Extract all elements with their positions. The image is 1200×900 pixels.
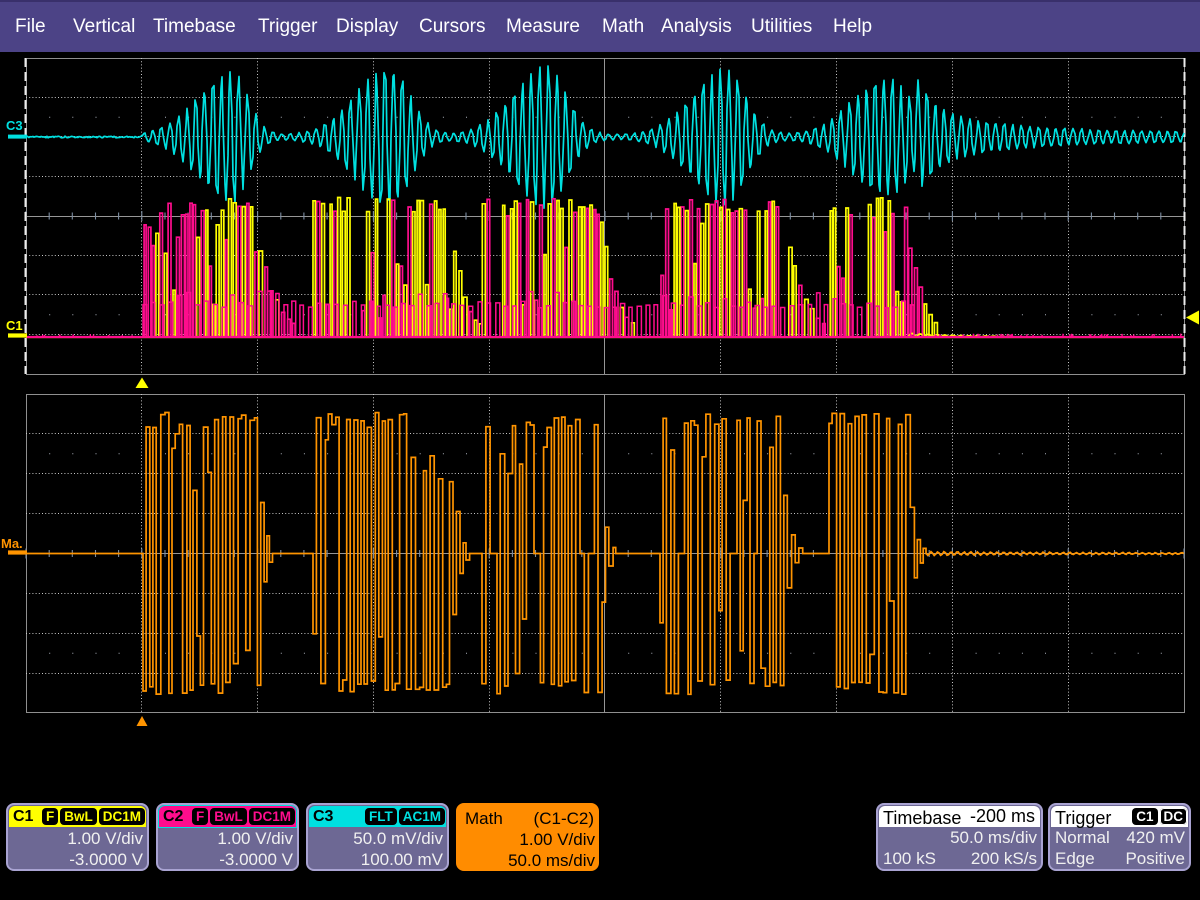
svg-text:Ma.: Ma. <box>1 536 23 551</box>
svg-text:C1: C1 <box>6 318 23 333</box>
svg-text:C3: C3 <box>6 118 23 133</box>
